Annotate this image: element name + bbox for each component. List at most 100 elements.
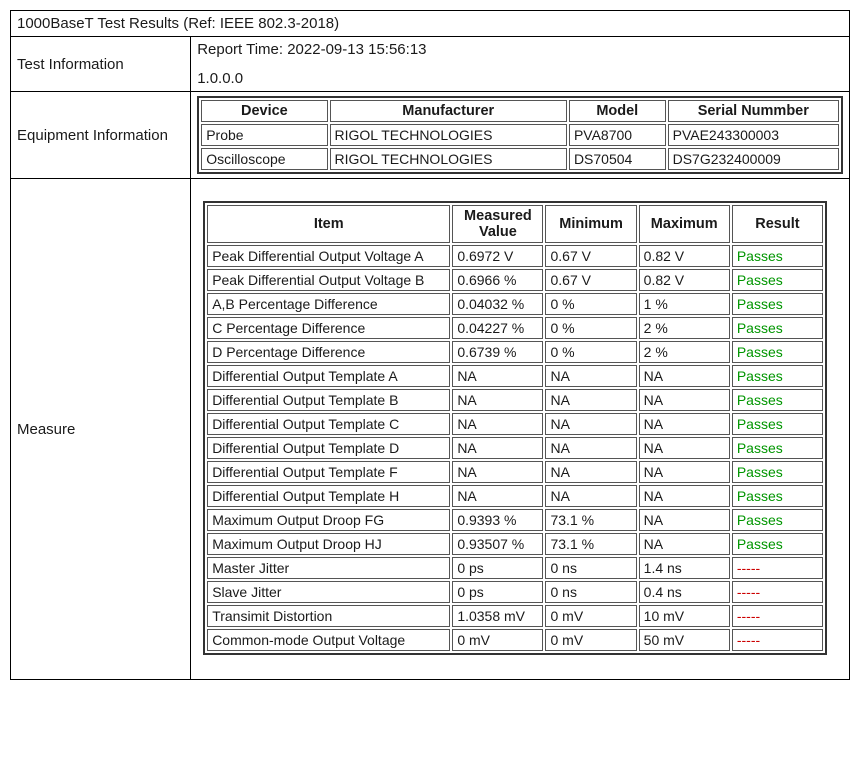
measure-cell-min: NA [545, 389, 636, 411]
measure-cell-measured: 0 ps [452, 557, 543, 579]
measure-cell-min: 0 mV [545, 629, 636, 651]
measure-cell-max: 0.82 V [639, 269, 730, 291]
table-row: OscilloscopeRIGOL TECHNOLOGIESDS70504DS7… [201, 148, 839, 170]
measure-cell-measured: 0.6966 % [452, 269, 543, 291]
measure-cell-measured: NA [452, 461, 543, 483]
report-title: 1000BaseT Test Results (Ref: IEEE 802.3-… [11, 11, 850, 37]
measure-cell-max: 2 % [639, 341, 730, 363]
measure-cell-result: ----- [732, 629, 823, 651]
measure-cell-item: Common-mode Output Voltage [207, 629, 450, 651]
measure-cell-result: ----- [732, 581, 823, 603]
equipment-info-label: Equipment Information [11, 92, 191, 179]
measure-cell-min: NA [545, 461, 636, 483]
measure-cell-result: ----- [732, 605, 823, 627]
measure-cell-max: NA [639, 437, 730, 459]
measure-cell-max: NA [639, 485, 730, 507]
measure-cell-result: Passes [732, 365, 823, 387]
measure-cell-measured: 0.04227 % [452, 317, 543, 339]
measure-header-min: Minimum [545, 205, 636, 243]
measure-cell-measured: 0 ps [452, 581, 543, 603]
measure-cell-item: Differential Output Template D [207, 437, 450, 459]
measure-cell-min: NA [545, 485, 636, 507]
measure-cell-min: 73.1 % [545, 533, 636, 555]
measure-cell-item: Differential Output Template B [207, 389, 450, 411]
measure-label: Measure [11, 179, 191, 680]
measure-cell-min: NA [545, 413, 636, 435]
measure-cell-max: NA [639, 461, 730, 483]
report-table: 1000BaseT Test Results (Ref: IEEE 802.3-… [10, 10, 850, 680]
measure-cell-result: Passes [732, 293, 823, 315]
measure-cell-min: 0 % [545, 293, 636, 315]
version-line: 1.0.0.0 [197, 70, 843, 87]
equipment-header-device: Device [201, 100, 327, 122]
measure-cell-item: C Percentage Difference [207, 317, 450, 339]
test-info-label: Test Information [11, 37, 191, 92]
table-row: Differential Output Template FNANANAPass… [207, 461, 823, 483]
measure-cell-measured: NA [452, 365, 543, 387]
measure-cell-item: A,B Percentage Difference [207, 293, 450, 315]
table-row: Differential Output Template BNANANAPass… [207, 389, 823, 411]
measure-cell-measured: 0.6972 V [452, 245, 543, 267]
measure-cell-item: Transimit Distortion [207, 605, 450, 627]
measure-cell-item: Slave Jitter [207, 581, 450, 603]
table-row: Differential Output Template ANANANAPass… [207, 365, 823, 387]
measure-cell-result: Passes [732, 413, 823, 435]
equipment-header-manufacturer: Manufacturer [330, 100, 567, 122]
measure-header-max: Maximum [639, 205, 730, 243]
measure-cell-measured: 1.0358 mV [452, 605, 543, 627]
measure-cell-min: NA [545, 437, 636, 459]
equipment-cell-device: Oscilloscope [201, 148, 327, 170]
table-row: Differential Output Template HNANANAPass… [207, 485, 823, 507]
measure-cell-result: ----- [732, 557, 823, 579]
table-row: Master Jitter0 ps0 ns1.4 ns----- [207, 557, 823, 579]
measure-cell-result: Passes [732, 461, 823, 483]
table-row: Transimit Distortion1.0358 mV0 mV10 mV--… [207, 605, 823, 627]
measure-cell-max: 1 % [639, 293, 730, 315]
measure-cell-measured: 0.9393 % [452, 509, 543, 531]
table-row: ProbeRIGOL TECHNOLOGIESPVA8700PVAE243300… [201, 124, 839, 146]
measure-cell-measured: NA [452, 485, 543, 507]
report-time-line: Report Time: 2022-09-13 15:56:13 [197, 41, 843, 58]
measure-cell-measured: NA [452, 389, 543, 411]
measure-cell-min: 73.1 % [545, 509, 636, 531]
measure-cell-item: Peak Differential Output Voltage A [207, 245, 450, 267]
measure-cell-max: 10 mV [639, 605, 730, 627]
table-row: Slave Jitter0 ps0 ns0.4 ns----- [207, 581, 823, 603]
measure-cell-max: 0.4 ns [639, 581, 730, 603]
equipment-cell-model: DS70504 [569, 148, 666, 170]
measure-cell-result: Passes [732, 269, 823, 291]
measure-cell-item: Maximum Output Droop HJ [207, 533, 450, 555]
measure-cell-result: Passes [732, 509, 823, 531]
table-row: Maximum Output Droop FG0.9393 %73.1 %NAP… [207, 509, 823, 531]
measure-cell-item: Differential Output Template A [207, 365, 450, 387]
measure-cell-min: 0 ns [545, 557, 636, 579]
measure-cell-max: NA [639, 365, 730, 387]
table-row: Peak Differential Output Voltage B0.6966… [207, 269, 823, 291]
equipment-cell-manufacturer: RIGOL TECHNOLOGIES [330, 148, 567, 170]
measure-cell-max: 1.4 ns [639, 557, 730, 579]
measure-cell-measured: NA [452, 437, 543, 459]
measure-cell-min: 0.67 V [545, 245, 636, 267]
measure-cell-result: Passes [732, 485, 823, 507]
measure-cell-min: NA [545, 365, 636, 387]
measure-cell-measured: NA [452, 413, 543, 435]
measure-header-result: Result [732, 205, 823, 243]
measure-cell-item: Peak Differential Output Voltage B [207, 269, 450, 291]
table-row: A,B Percentage Difference0.04032 %0 %1 %… [207, 293, 823, 315]
measure-cell-item: Differential Output Template F [207, 461, 450, 483]
equipment-cell-manufacturer: RIGOL TECHNOLOGIES [330, 124, 567, 146]
measure-cell: Item Measured Value Minimum Maximum Resu… [191, 179, 850, 680]
table-row: Common-mode Output Voltage0 mV0 mV50 mV-… [207, 629, 823, 651]
measure-cell-result: Passes [732, 533, 823, 555]
measure-header-item: Item [207, 205, 450, 243]
equipment-header-serial: Serial Nummber [668, 100, 839, 122]
table-row: Differential Output Template DNANANAPass… [207, 437, 823, 459]
measure-cell-result: Passes [732, 341, 823, 363]
measure-cell-measured: 0 mV [452, 629, 543, 651]
measure-cell-item: Maximum Output Droop FG [207, 509, 450, 531]
measure-cell-measured: 0.04032 % [452, 293, 543, 315]
measure-table: Item Measured Value Minimum Maximum Resu… [203, 201, 827, 655]
equipment-cell-device: Probe [201, 124, 327, 146]
measure-cell-result: Passes [732, 317, 823, 339]
equipment-cell-serial: PVAE243300003 [668, 124, 839, 146]
